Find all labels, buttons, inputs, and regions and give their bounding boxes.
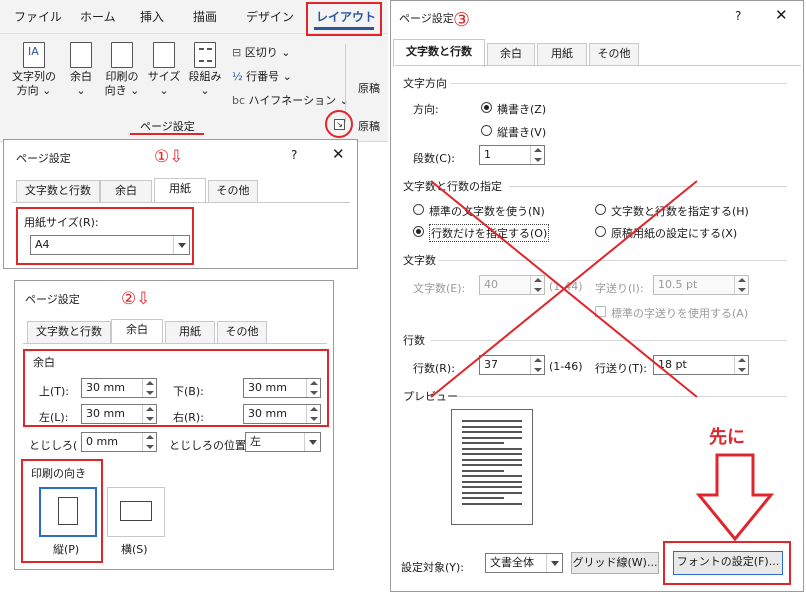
columns-button[interactable]: 段組み ⌄ [186, 42, 224, 98]
dialog2-tab-line [23, 343, 327, 344]
size-icon [153, 42, 175, 68]
gutter-value: 0 mm [86, 435, 118, 448]
spinner-icon[interactable] [306, 405, 320, 423]
margins-button[interactable]: 余白 ⌄ [64, 42, 98, 98]
chevron-down-icon [304, 433, 320, 451]
paper-size-value: A4 [35, 238, 50, 251]
tab-insert[interactable]: 挿入 [140, 8, 164, 25]
left-margin-label: 左(L): [39, 411, 69, 424]
spinner-icon[interactable] [142, 379, 156, 397]
gutter-position-value: 左 [250, 435, 261, 448]
chevron-down-icon [173, 236, 189, 254]
landscape-option[interactable] [107, 487, 165, 537]
dialog2-title: ページ設定 [25, 293, 80, 306]
breaks-button[interactable]: ⊟ 区切り ⌄ [232, 44, 290, 60]
top-margin-value: 30 mm [86, 381, 125, 394]
bottom-margin-value: 30 mm [248, 381, 287, 394]
top-margin-label: 上(T): [39, 385, 70, 398]
hyphenation-button[interactable]: bc ハイフネーション ⌄ [232, 92, 349, 108]
annotation-2: ②⇩ [121, 289, 151, 309]
cross-out-mark [430, 180, 698, 398]
top-margin-field[interactable]: 30 mm [81, 378, 157, 398]
dialog2-tab-paper[interactable]: 用紙 [165, 321, 215, 343]
hyphenation-icon: bc [232, 94, 249, 107]
dialog2-tab-margins[interactable]: 余白 [111, 319, 163, 343]
breaks-label: 区切り ⌄ [244, 46, 291, 59]
dialog-launcher-icon[interactable]: ↘ [334, 119, 345, 130]
orientation-icon [111, 42, 133, 68]
dialog1-close-button[interactable]: ✕ [332, 147, 345, 162]
margins-label: 余白 ⌄ [70, 70, 92, 97]
portrait-page-icon [58, 497, 78, 525]
landscape-page-icon [120, 501, 152, 521]
dialog1-title: ページ設定 [16, 152, 71, 165]
tab-home[interactable]: ホーム [80, 8, 116, 25]
dialog1-tab-other[interactable]: その他 [208, 180, 258, 202]
page-setup-dialog-grid: ページ設定 ③ ? ✕ 文字数と行数 余白 用紙 その他 文字方向 方向: 横書… [390, 0, 804, 592]
text-direction-button[interactable]: IA 文字列の 方向 ⌄ [8, 42, 60, 98]
hyphenation-label: ハイフネーション ⌄ [248, 94, 349, 107]
tab-layout[interactable]: レイアウト [316, 8, 376, 25]
page-setup-group-label: ページ設定 [140, 120, 195, 133]
portrait-option[interactable] [39, 487, 97, 537]
line-numbers-label: 行番号 ⌄ [246, 70, 292, 83]
bottom-margin-field[interactable]: 30 mm [243, 378, 321, 398]
ribbon: ファイル ホーム 挿入 描画 デザイン レイアウト IA 文字列の 方向 ⌄ 余… [0, 0, 388, 142]
active-tab-underline [314, 27, 374, 30]
dialog2-tab-chars-lines[interactable]: 文字数と行数 [27, 321, 111, 343]
left-margin-value: 30 mm [86, 407, 125, 420]
size-label: サイズ ⌄ [147, 70, 181, 97]
tab-file[interactable]: ファイル [14, 8, 62, 25]
landscape-label: 横(S) [121, 543, 148, 556]
left-margin-field[interactable]: 30 mm [81, 404, 157, 424]
annotation-1: ①⇩ [154, 147, 184, 167]
orientation-label: 印刷の 向き ⌄ [104, 70, 140, 97]
group-label-underline [130, 133, 204, 135]
ribbon-separator [345, 44, 346, 122]
page-setup-dialog-margins: ページ設定 ②⇩ 文字数と行数 余白 用紙 その他 余白 上(T): 30 mm… [14, 280, 334, 570]
paper-size-select[interactable]: A4 [30, 235, 190, 255]
text-direction-icon: IA [23, 42, 45, 68]
paper-size-label: 用紙サイズ(R): [24, 216, 99, 229]
columns-icon [194, 42, 216, 68]
orientation-group-label: 印刷の向き [31, 467, 86, 480]
gutter-field[interactable]: 0 mm [81, 432, 157, 452]
spinner-icon[interactable] [142, 433, 156, 451]
gutter-position-select[interactable]: 左 [245, 432, 321, 452]
gutter-position-label: とじしろの位置 [169, 439, 246, 452]
tab-draw[interactable]: 描画 [193, 8, 217, 25]
columns-label: 段組み ⌄ [188, 70, 222, 97]
dialog1-tab-margins[interactable]: 余白 [100, 180, 152, 202]
right-margin-field[interactable]: 30 mm [243, 404, 321, 424]
breaks-icon: ⊟ [232, 46, 245, 59]
dialog1-tab-line [12, 202, 350, 203]
dialog2-tab-other[interactable]: その他 [217, 321, 267, 343]
margins-icon [70, 42, 92, 68]
margins-group-label: 余白 [33, 356, 55, 369]
spinner-icon[interactable] [142, 405, 156, 423]
text-direction-label: 文字列の 方向 ⌄ [12, 70, 56, 97]
gutter-label: とじしろ( [29, 439, 78, 452]
dialog1-help-button[interactable]: ? [291, 148, 297, 163]
page-setup-dialog-paper: ページ設定 ? ✕ ①⇩ 文字数と行数 余白 用紙 その他 用紙サイズ(R): … [3, 139, 358, 269]
bottom-margin-label: 下(B): [173, 385, 204, 398]
orientation-button[interactable]: 印刷の 向き ⌄ [102, 42, 142, 98]
right-margin-label: 右(R): [173, 411, 204, 424]
line-numbers-button[interactable]: ½ 行番号 ⌄ [232, 68, 292, 84]
manuscript-label-2: 原稿 [358, 120, 380, 133]
line-numbers-icon: ½ [232, 70, 247, 83]
dialog1-tab-paper[interactable]: 用紙 [154, 178, 206, 202]
right-margin-value: 30 mm [248, 407, 287, 420]
dialog1-tab-chars-lines[interactable]: 文字数と行数 [16, 180, 100, 202]
spinner-icon[interactable] [306, 379, 320, 397]
tab-design[interactable]: デザイン [246, 8, 294, 25]
manuscript-label-1: 原稿 [358, 82, 380, 95]
size-button[interactable]: サイズ ⌄ [146, 42, 182, 98]
portrait-label: 縦(P) [53, 543, 80, 556]
